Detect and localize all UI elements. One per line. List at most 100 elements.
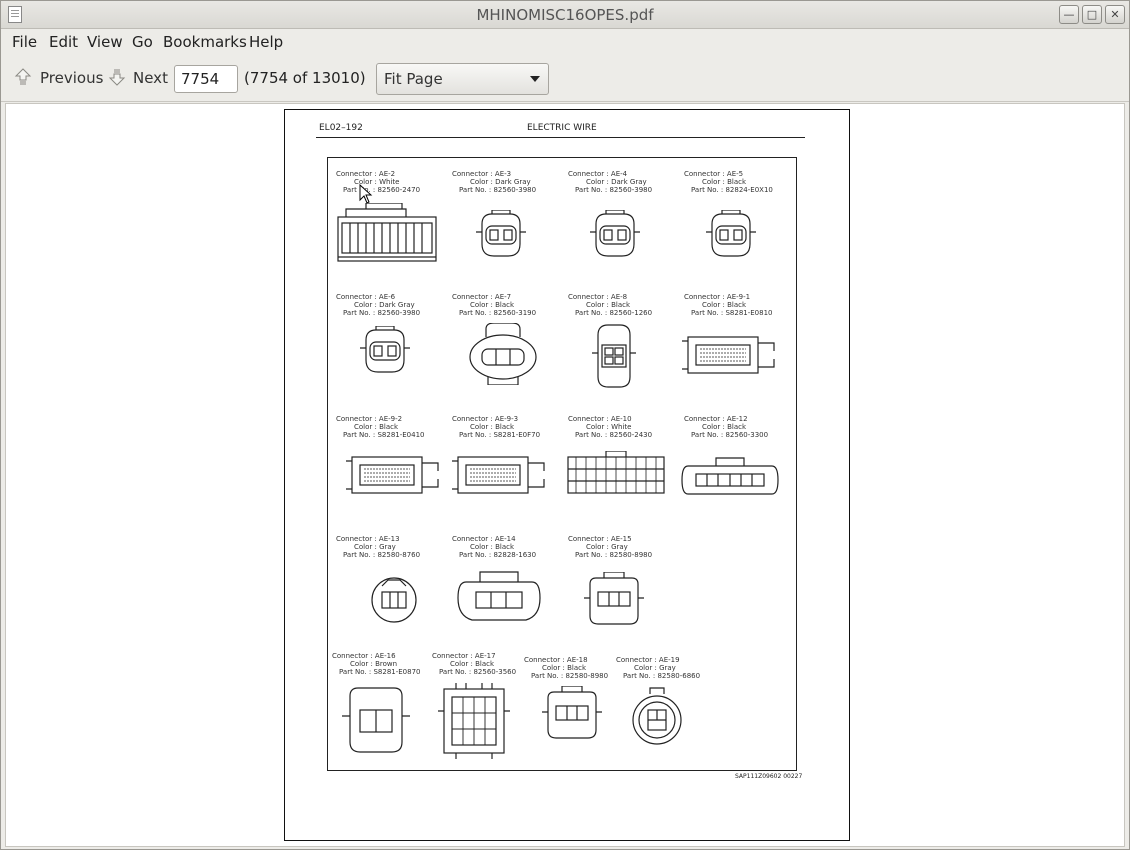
connector-drawing — [566, 450, 666, 501]
menu-bookmarks[interactable]: Bookmarks — [163, 33, 247, 51]
connector-connector-text: Connector : AE-15 — [568, 535, 632, 543]
connector-drawing — [468, 322, 538, 389]
connector-color-text: Color : Dark Gray — [470, 178, 531, 186]
header-rule — [316, 137, 805, 138]
connector-connector-text: Connector : AE-16 — [332, 652, 396, 660]
connector-part-text: Part No. : 82580-6860 — [623, 672, 701, 680]
connector-part-text: Part No. : S8281-E0810 — [691, 309, 773, 317]
connector-connector-text: Connector : AE-4 — [568, 170, 628, 178]
connector-drawing — [456, 568, 542, 630]
arrow-up-icon[interactable] — [12, 66, 34, 88]
menu-file[interactable]: File — [12, 33, 37, 51]
dropdown-arrow-icon — [530, 76, 540, 82]
figure-code: SAP111Z09602 00227 — [735, 773, 803, 780]
menu-help[interactable]: Help — [249, 33, 283, 51]
connector-color-text: Color : Black — [702, 423, 747, 431]
connector-connector-text: Connector : AE-19 — [616, 656, 680, 664]
connector-part-text: Part No. : 82560-2430 — [575, 431, 653, 439]
connector-connector-text: Connector : AE-17 — [432, 652, 496, 660]
connector-label: Connector : AE-3 Color : Dark Gray Part No… — [452, 170, 536, 194]
connector-label: Connector : AE-7 Color : Black Part No. : … — [452, 293, 536, 317]
connector-drawing — [358, 325, 412, 380]
connector-color-text: Color : Gray — [586, 543, 628, 551]
connector-label: Connector : AE-15 Color : Gray Part No. : … — [568, 535, 652, 559]
connector-label: Connector : AE-9-3 Color : Black Part No. … — [452, 415, 540, 439]
connector-drawing — [588, 323, 640, 393]
connector-color-text: Color : Black — [450, 660, 495, 668]
connector-part-text: Part No. : S8281-E0410 — [343, 431, 425, 439]
mouse-cursor-icon — [359, 184, 373, 204]
connector-connector-text: Connector : AE-2 — [336, 170, 396, 178]
connector-part-text: Part No. : 82560-3300 — [691, 431, 769, 439]
connector-label: Connector : AE-4 Color : Dark Gray Part No… — [568, 170, 652, 194]
connector-part-text: Part No. : 82560-3560 — [439, 668, 517, 676]
connector-label: Connector : AE-13 Color : Gray Part No. : … — [336, 535, 420, 559]
connector-connector-text: Connector : AE-10 — [568, 415, 632, 423]
connector-drawing — [340, 686, 412, 760]
connector-label: Connector : AE-16 Color : Brown Part No. :… — [332, 652, 421, 676]
page-header-title: ELECTRIC WIRE — [527, 123, 597, 133]
connector-label: Connector : AE-12 Color : Black Part No. :… — [684, 415, 768, 439]
title-bar[interactable]: MHINOMISC16OPES.pdf — □ ✕ — [1, 1, 1129, 29]
connector-part-text: Part No. : 82828-1630 — [459, 551, 537, 559]
connector-connector-text: Connector : AE-13 — [336, 535, 400, 543]
connector-connector-text: Connector : AE-5 — [684, 170, 744, 178]
connector-label: Connector : AE-9-1 Color : Black Part No. … — [684, 293, 773, 317]
connector-drawing — [368, 572, 420, 630]
connector-part-text: Part No. : 82560-2470 — [343, 186, 421, 194]
connector-color-text: Color : Black — [470, 301, 515, 309]
previous-button[interactable]: Previous — [40, 69, 103, 87]
connector-part-text: Part No. : 82560-1260 — [575, 309, 653, 317]
connector-color-text: Color : White — [586, 423, 632, 431]
connector-label: Connector : AE-19 Color : Gray Part No. : … — [616, 656, 700, 680]
connector-drawing — [582, 571, 646, 634]
menu-edit[interactable]: Edit — [49, 33, 78, 51]
connector-connector-text: Connector : AE-9-2 — [336, 415, 403, 423]
page-count-label: (7754 of 13010) — [244, 69, 366, 87]
arrow-down-icon[interactable] — [106, 66, 128, 88]
connector-label: Connector : AE-2 Color : White Part No. : … — [336, 170, 420, 194]
connector-part-text: Part No. : 82580-8760 — [343, 551, 421, 559]
connector-connector-text: Connector : AE-9-3 — [452, 415, 519, 423]
connector-drawing — [704, 209, 758, 264]
connector-part-text: Part No. : 82560-3980 — [575, 186, 653, 194]
app-window: MHINOMISC16OPES.pdf — □ ✕ File Edit View… — [0, 0, 1130, 850]
connector-connector-text: Connector : AE-14 — [452, 535, 516, 543]
menu-bar: File Edit View Go Bookmarks Help — [1, 29, 1129, 55]
document-viewer[interactable]: EL02–192 ELECTRIC WIRE Connector : AE-2 C… — [5, 103, 1125, 847]
connector-label: Connector : AE-14 Color : Black Part No. :… — [452, 535, 536, 559]
window-title: MHINOMISC16OPES.pdf — [476, 6, 654, 24]
connector-part-text: Part No. : 82824-E0X10 — [691, 186, 773, 194]
connector-drawing — [436, 681, 512, 765]
toolbar: Previous Next (7754 of 13010) Fit Page — [1, 55, 1129, 102]
connector-label: Connector : AE-8 Color : Black Part No. : … — [568, 293, 652, 317]
connector-part-text: Part No. : 82560-3980 — [459, 186, 537, 194]
connector-color-text: Color : Black — [354, 423, 399, 431]
menu-go[interactable]: Go — [132, 33, 153, 51]
connector-color-text: Color : Black — [470, 423, 515, 431]
page-number-input[interactable] — [174, 65, 238, 93]
connector-connector-text: Connector : AE-7 — [452, 293, 512, 301]
connector-color-text: Color : Black — [702, 301, 747, 309]
next-button[interactable]: Next — [133, 69, 168, 87]
maximize-button[interactable]: □ — [1082, 5, 1102, 24]
connector-drawing — [474, 209, 528, 264]
menu-view[interactable]: View — [87, 33, 123, 51]
close-button[interactable]: ✕ — [1105, 5, 1125, 24]
connector-color-text: Color : White — [354, 178, 400, 186]
connector-connector-text: Connector : AE-3 — [452, 170, 512, 178]
connector-connector-text: Connector : AE-12 — [684, 415, 748, 423]
connector-color-text: Color : Black — [586, 301, 631, 309]
connector-connector-text: Connector : AE-18 — [524, 656, 588, 664]
connector-connector-text: Connector : AE-9-1 — [684, 293, 751, 301]
connector-drawing — [342, 453, 442, 501]
page-header-code: EL02–192 — [319, 123, 363, 133]
pdf-page: EL02–192 ELECTRIC WIRE Connector : AE-2 C… — [284, 109, 850, 841]
connector-label: Connector : AE-10 Color : White Part No. :… — [568, 415, 652, 439]
zoom-select[interactable]: Fit Page — [376, 63, 549, 95]
minimize-button[interactable]: — — [1059, 5, 1079, 24]
connector-color-text: Color : Dark Gray — [354, 301, 415, 309]
connector-color-text: Color : Gray — [634, 664, 676, 672]
connector-part-text: Part No. : 82560-3190 — [459, 309, 537, 317]
connector-part-text: Part No. : 82560-3980 — [343, 309, 421, 317]
